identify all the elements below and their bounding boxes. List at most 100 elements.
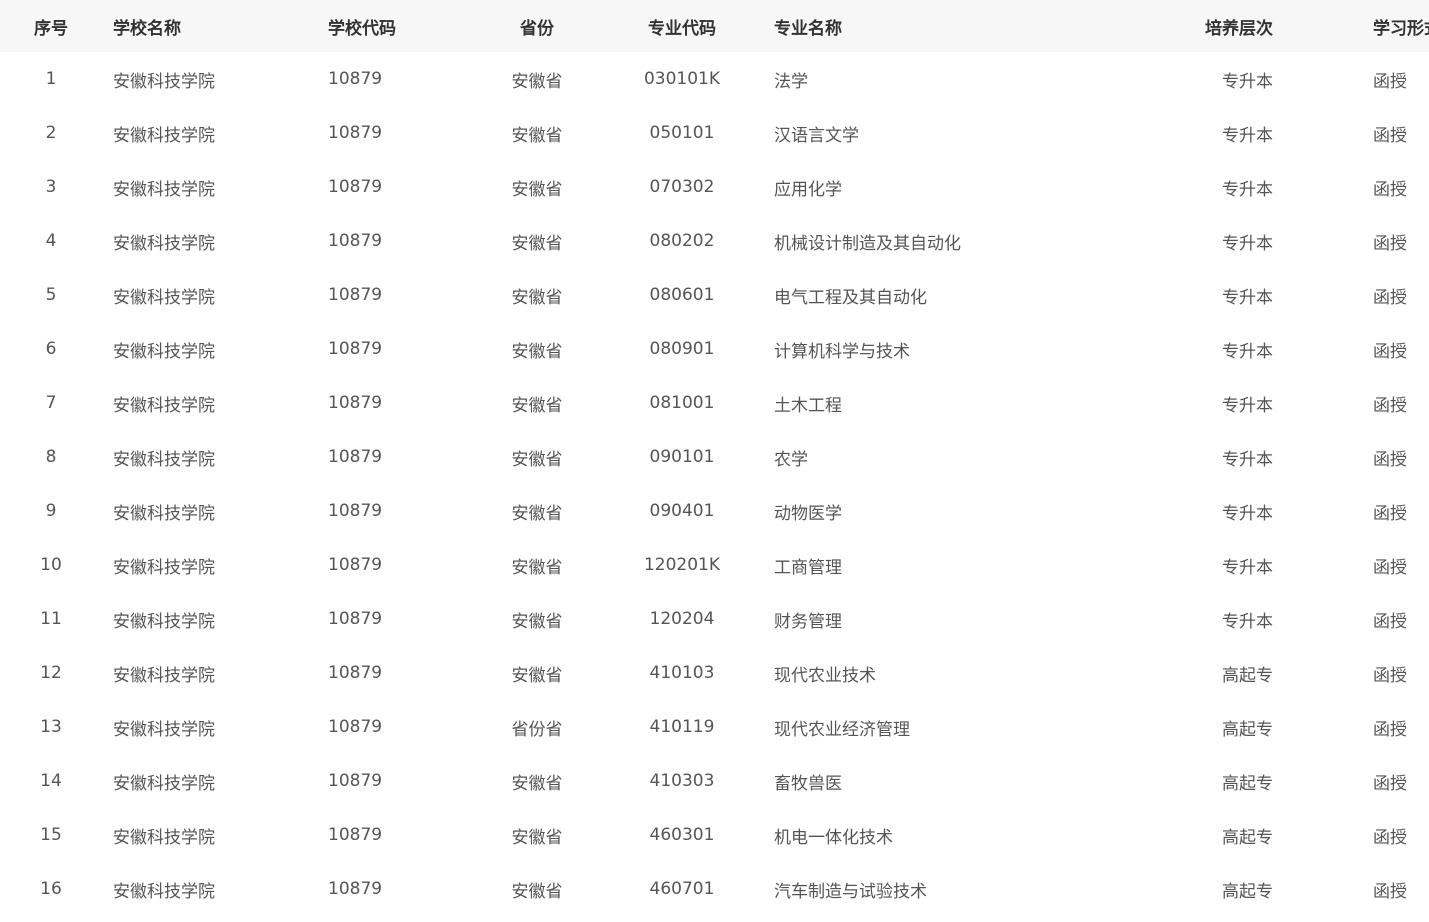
cell-school-name: 安徽科技学院: [113, 287, 215, 308]
cell-school-name: 安徽科技学院: [113, 395, 215, 416]
cell-level: 高起专: [1222, 827, 1273, 848]
cell-major-code: 120204: [649, 609, 715, 629]
cell-school-code: 10879: [328, 231, 383, 251]
cell-index: 2: [45, 123, 57, 143]
cell-level: 高起专: [1222, 665, 1273, 686]
cell-major-name: 工商管理: [774, 557, 842, 578]
cell-study-form: 函授: [1373, 503, 1407, 524]
table-body: 1 安徽科技学院 10879 安徽省 030101K 法学 专升本 函授 2 安徽科技学院 1087…: [0, 52, 1429, 916]
cell-major-name: 应用化学: [774, 179, 842, 200]
table-row: 8 安徽科技学院 10879 安徽省 090101 农学 专升本 函授: [0, 430, 1429, 484]
cell-school-name: 安徽科技学院: [113, 233, 215, 254]
table-row: 2 安徽科技学院 10879 安徽省 050101 汉语言文学 专升本 函授: [0, 106, 1429, 160]
cell-province: 安徽省: [511, 125, 563, 146]
cell-level: 高起专: [1222, 773, 1273, 794]
table-row: 16 安徽科技学院 10879 安徽省 460701 汽车制造与试验技术 高起专 函授: [0, 862, 1429, 916]
cell-school-code: 10879: [328, 285, 383, 305]
cell-province: 安徽省: [511, 71, 563, 92]
cell-province: 安徽省: [511, 503, 563, 524]
cell-school-name: 安徽科技学院: [113, 719, 215, 740]
cell-study-form: 函授: [1373, 773, 1407, 794]
cell-school-name: 安徽科技学院: [113, 665, 215, 686]
cell-school-code: 10879: [328, 393, 383, 413]
cell-school-code: 10879: [328, 447, 383, 467]
cell-major-code: 080601: [649, 285, 715, 305]
cell-major-code: 120201K: [643, 555, 721, 575]
cell-province: 安徽省: [511, 881, 563, 902]
cell-study-form: 函授: [1373, 395, 1407, 416]
cell-province: 安徽省: [511, 395, 563, 416]
cell-school-code: 10879: [328, 177, 383, 197]
cell-province: 安徽省: [511, 233, 563, 254]
cell-major-code: 410303: [649, 771, 715, 791]
header-major-name: 专业名称: [774, 18, 842, 39]
cell-school-name: 安徽科技学院: [113, 449, 215, 470]
cell-major-code: 460701: [649, 879, 715, 899]
header-study-form: 学习形式: [1373, 18, 1429, 39]
cell-index: 13: [40, 717, 62, 737]
cell-study-form: 函授: [1373, 287, 1407, 308]
table-row: 9 安徽科技学院 10879 安徽省 090401 动物医学 专升本 函授: [0, 484, 1429, 538]
cell-level: 专升本: [1222, 179, 1273, 200]
header-major-code: 专业代码: [648, 18, 716, 39]
cell-level: 专升本: [1222, 71, 1273, 92]
cell-study-form: 函授: [1373, 827, 1407, 848]
cell-major-name: 计算机科学与技术: [774, 341, 910, 362]
cell-major-name: 农学: [774, 449, 808, 470]
cell-school-code: 10879: [328, 123, 383, 143]
table-row: 12 安徽科技学院 10879 安徽省 410103 现代农业技术 高起专 函授: [0, 646, 1429, 700]
cell-school-name: 安徽科技学院: [113, 179, 215, 200]
cell-index: 9: [45, 501, 57, 521]
cell-major-name: 现代农业经济管理: [774, 719, 910, 740]
cell-study-form: 函授: [1373, 719, 1407, 740]
cell-level: 高起专: [1222, 719, 1273, 740]
cell-major-name: 财务管理: [774, 611, 842, 632]
cell-province: 安徽省: [511, 287, 563, 308]
header-province: 省份: [520, 18, 554, 39]
cell-major-name: 汽车制造与试验技术: [774, 881, 927, 902]
cell-school-name: 安徽科技学院: [113, 341, 215, 362]
cell-study-form: 函授: [1373, 665, 1407, 686]
cell-province: 安徽省: [511, 773, 563, 794]
cell-school-name: 安徽科技学院: [113, 503, 215, 524]
table-row: 6 安徽科技学院 10879 安徽省 080901 计算机科学与技术 专升本 函授: [0, 322, 1429, 376]
cell-level: 专升本: [1222, 557, 1273, 578]
cell-major-code: 410119: [649, 717, 715, 737]
cell-school-code: 10879: [328, 663, 383, 683]
cell-school-code: 10879: [328, 501, 383, 521]
cell-study-form: 函授: [1373, 233, 1407, 254]
cell-level: 专升本: [1222, 395, 1273, 416]
cell-level: 专升本: [1222, 611, 1273, 632]
cell-school-name: 安徽科技学院: [113, 557, 215, 578]
cell-school-code: 10879: [328, 339, 383, 359]
cell-index: 12: [40, 663, 62, 683]
cell-major-code: 030101K: [643, 69, 721, 89]
table-row: 15 安徽科技学院 10879 安徽省 460301 机电一体化技术 高起专 函授: [0, 808, 1429, 862]
cell-school-code: 10879: [328, 771, 383, 791]
header-school-code: 学校代码: [328, 18, 396, 39]
cell-level: 专升本: [1222, 233, 1273, 254]
cell-major-name: 畜牧兽医: [774, 773, 842, 794]
cell-school-name: 安徽科技学院: [113, 125, 215, 146]
cell-school-name: 安徽科技学院: [113, 611, 215, 632]
table-row: 1 安徽科技学院 10879 安徽省 030101K 法学 专升本 函授: [0, 52, 1429, 106]
cell-study-form: 函授: [1373, 71, 1407, 92]
cell-school-code: 10879: [328, 555, 383, 575]
cell-index: 3: [45, 177, 57, 197]
cell-province: 安徽省: [511, 449, 563, 470]
cell-school-code: 10879: [328, 717, 383, 737]
cell-major-code: 090401: [649, 501, 715, 521]
cell-index: 8: [45, 447, 57, 467]
cell-school-name: 安徽科技学院: [113, 881, 215, 902]
cell-major-name: 电气工程及其自动化: [774, 287, 927, 308]
table-row: 5 安徽科技学院 10879 安徽省 080601 电气工程及其自动化 专升本 函授: [0, 268, 1429, 322]
table-row: 13 安徽科技学院 10879 省份省 410119 现代农业经济管理 高起专 函授: [0, 700, 1429, 754]
cell-index: 7: [45, 393, 57, 413]
cell-school-code: 10879: [328, 69, 383, 89]
table-row: 10 安徽科技学院 10879 安徽省 120201K 工商管理 专升本 函授: [0, 538, 1429, 592]
cell-major-name: 法学: [774, 71, 808, 92]
table-row: 4 安徽科技学院 10879 安徽省 080202 机械设计制造及其自动化 专升本 函授: [0, 214, 1429, 268]
cell-study-form: 函授: [1373, 881, 1407, 902]
table-header: 序号 学校名称 学校代码 省份 专业代码 专业名称 培养层次 学习形式: [0, 0, 1429, 52]
table-row: 3 安徽科技学院 10879 安徽省 070302 应用化学 专升本 函授: [0, 160, 1429, 214]
